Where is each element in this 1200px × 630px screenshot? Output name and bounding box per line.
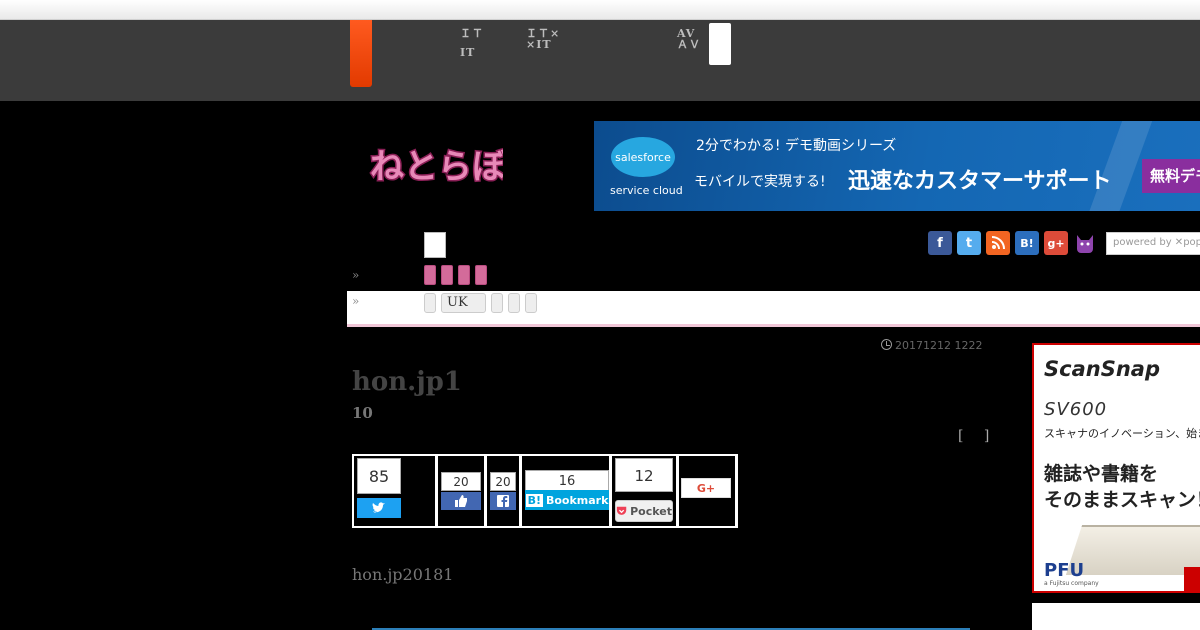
nav-item-x-it[interactable]: ＩＴ× ×IT [526,28,560,50]
svg-text:ねとらぼ: ねとらぼ [370,147,503,187]
banner-main-copy: 迅速なカスタマーサポート [848,169,1112,194]
googleplus-button[interactable]: G+ [681,478,731,498]
ad-brand: ScanSnap [1044,357,1160,381]
twitter-icon[interactable]: t [957,231,981,255]
category-chip[interactable] [458,265,470,285]
ad-headline-line: 雑誌や書籍を [1044,463,1159,485]
pfu-logo: PFU [1044,560,1085,581]
banner-headline: 2分でわかる! デモ動画シリーズ [696,138,897,154]
nav-item-it[interactable]: ＩＴ IT [460,28,484,58]
twitter-count: 85 [357,458,401,494]
hatena-bookmark-button[interactable]: B! Bookmark [525,490,609,510]
nav-item-label: IT [460,46,476,59]
article-subtitle: 10 [352,404,373,422]
social-follow-row: f t B! g+ [928,231,1097,255]
tag-chip-uk[interactable]: UK [441,293,486,313]
salesforce-cloud-icon: salesforce [611,137,675,177]
category-chip[interactable] [475,265,487,285]
clock-icon [881,339,892,350]
nav-item-label: ＡＶ [677,38,701,51]
ad-headline-line: そのままスキャン！ [1044,489,1200,511]
tag-bar: UK [347,291,1200,327]
share-buttons: 85 20 20 16 B! Bookmark 12 Pocket G+ [352,454,738,528]
powered-by-badge[interactable]: powered by ✕pop [1106,232,1200,255]
fujitsu-subtext: a Fujitsu company [1044,580,1099,587]
category-chip[interactable] [424,265,436,285]
nav-home-tab[interactable] [350,20,372,87]
share-hatena-bookmark[interactable]: 16 B! Bookmark [522,456,609,526]
ad-model: SV600 [1044,399,1108,420]
share-googleplus[interactable]: G+ [679,456,735,526]
sidebar-ad[interactable]: ScanSnap SV600 スキャナのイノベーション、始まる 雑誌や書籍を そ… [1032,343,1200,593]
menu-toggle[interactable] [424,232,446,258]
cat-icon[interactable] [1073,231,1097,255]
pocket-icon [616,506,627,515]
tag-chip[interactable] [508,293,520,313]
timestamp-text: 20171212 1222 [895,339,983,352]
tag-chip[interactable] [525,293,537,313]
pocket-button[interactable]: Pocket [615,500,673,522]
salesforce-logo-text: salesforce [615,151,671,164]
book-image [1065,525,1200,575]
share-pocket[interactable]: 12 Pocket [612,456,676,526]
banner-ad[interactable]: salesforce service cloud 2分でわかる! デモ動画シリー… [594,121,1200,211]
share-facebook[interactable]: 20 [487,456,519,526]
facebook-share-count: 20 [490,472,516,491]
banner-cta-button[interactable]: 無料デモ [1142,159,1200,193]
breadcrumb-arrow: » [352,268,360,282]
bookmark-label: Bookmark [545,493,609,507]
sidebar-panel [1032,603,1200,630]
ad-cta-corner[interactable] [1184,567,1200,591]
hatena-icon: B! [525,493,543,507]
facebook-icon[interactable] [490,492,516,510]
twitter-icon[interactable] [357,498,401,518]
like-count: 20 [441,472,481,491]
article-body-text: hon.jp20181 [352,565,454,584]
facebook-icon[interactable]: f [928,231,952,255]
bookmark-count: 16 [525,470,609,491]
breadcrumb-arrow: » [352,294,360,308]
article-timestamp: 20171212 1222 [881,339,982,352]
nav-search-box[interactable] [709,23,731,65]
site-nav: ＩＴ IT ＩＴ× ×IT AV ＡＶ [0,20,1200,101]
browser-top-strip [0,0,1200,20]
category-chip[interactable] [441,265,453,285]
share-facebook-like[interactable]: 20 [438,456,484,526]
site-logo[interactable]: ねとらぼ [368,138,504,193]
tag-chip[interactable] [424,293,436,313]
nav-item-av[interactable]: AV ＡＶ [677,28,701,50]
tag-chip[interactable] [491,293,503,313]
share-twitter[interactable]: 85 [354,456,435,526]
pocket-label: Pocket [630,504,672,518]
article-bracket-links[interactable]: [ ] [958,428,997,444]
category-chips [424,265,487,285]
hatena-icon[interactable]: B! [1015,231,1039,255]
rss-icon[interactable] [986,231,1010,255]
ad-headline: 雑誌や書籍を そのままスキャン！ [1044,461,1200,513]
nav-item-label: ＩＴ [460,27,484,40]
banner-subline: モバイルで実現する! [694,174,826,190]
ad-tagline: スキャナのイノベーション、始まる [1044,427,1200,440]
article-title: hon.jp1 [352,367,462,397]
nav-item-label: ×IT [526,38,552,51]
salesforce-service-cloud: service cloud [610,184,683,197]
googleplus-icon[interactable]: g+ [1044,231,1068,255]
thumbs-up-icon[interactable] [441,492,481,510]
pocket-count: 12 [615,458,673,492]
